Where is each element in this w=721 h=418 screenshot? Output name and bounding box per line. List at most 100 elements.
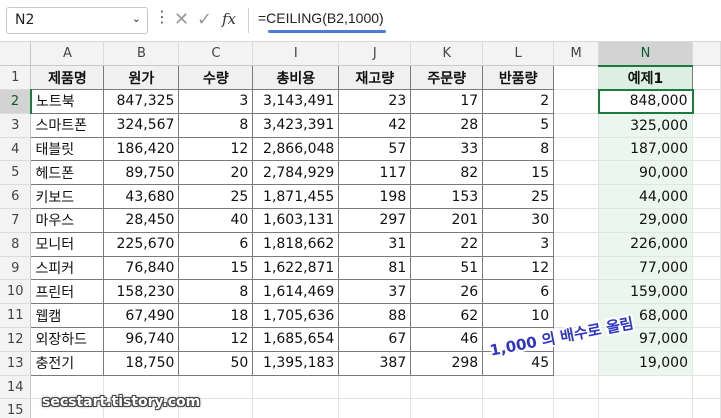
cell[interactable]: 50 xyxy=(178,350,254,376)
cell[interactable]: 6 xyxy=(482,279,555,305)
cell[interactable] xyxy=(692,256,721,281)
cell[interactable] xyxy=(598,398,693,418)
cell[interactable]: 297 xyxy=(338,208,412,233)
cell[interactable]: 25 xyxy=(178,184,254,210)
cell[interactable]: 57 xyxy=(338,136,412,162)
cell[interactable]: 12 xyxy=(482,255,555,281)
header-cell[interactable]: 원가 xyxy=(103,65,180,91)
cell[interactable]: 1,705,636 xyxy=(252,303,340,329)
column-header[interactable]: K xyxy=(410,42,484,67)
cell[interactable] xyxy=(692,279,721,305)
cell[interactable]: 17 xyxy=(410,89,484,114)
cell[interactable] xyxy=(482,398,555,418)
cell[interactable]: 스마트폰 xyxy=(30,112,105,138)
header-cell[interactable]: 총비용 xyxy=(252,65,340,91)
select-all-corner[interactable] xyxy=(0,42,32,67)
cell[interactable]: 5 xyxy=(482,112,555,138)
cell[interactable]: 1,871,455 xyxy=(252,184,340,210)
column-header[interactable]: L xyxy=(482,42,555,67)
cell[interactable]: 82 xyxy=(410,160,484,186)
header-cell[interactable]: 예제1 xyxy=(598,65,693,91)
cell[interactable]: 186,420 xyxy=(103,136,180,162)
cell[interactable]: 28,450 xyxy=(103,208,180,233)
cell[interactable] xyxy=(553,160,600,186)
cell[interactable]: 1,614,469 xyxy=(252,279,340,305)
row-header[interactable]: 15 xyxy=(0,398,32,418)
cell[interactable]: 12 xyxy=(178,136,254,162)
cell[interactable]: 46 xyxy=(410,327,484,352)
cell[interactable] xyxy=(692,208,721,233)
cell[interactable]: 8 xyxy=(178,279,254,305)
cell[interactable] xyxy=(252,398,340,418)
cell[interactable]: 26 xyxy=(410,279,484,305)
cell[interactable]: 18 xyxy=(178,303,254,329)
row-header[interactable]: 10 xyxy=(0,279,32,305)
column-header[interactable]: I xyxy=(252,42,340,67)
cell[interactable]: 42 xyxy=(338,112,412,138)
cell[interactable]: 15 xyxy=(178,255,254,281)
header-cell[interactable]: 주문량 xyxy=(410,65,484,91)
column-header[interactable]: J xyxy=(338,42,412,67)
cell[interactable]: 10 xyxy=(482,303,555,329)
row-header[interactable]: 14 xyxy=(0,375,32,400)
cell[interactable]: 23 xyxy=(338,89,412,114)
cell[interactable] xyxy=(553,184,600,210)
cell[interactable] xyxy=(553,232,600,257)
row-header[interactable]: 9 xyxy=(0,256,32,281)
column-header-selected[interactable]: N xyxy=(598,42,693,67)
row-header-selected[interactable]: 2 xyxy=(0,89,32,114)
cell[interactable]: 30 xyxy=(482,208,555,233)
cell[interactable] xyxy=(252,375,340,400)
cell[interactable]: 43,680 xyxy=(103,184,180,210)
cell[interactable]: 3,423,391 xyxy=(252,112,340,138)
cell[interactable]: 12 xyxy=(178,327,254,352)
cell[interactable]: 2 xyxy=(482,89,555,114)
cell[interactable]: 15 xyxy=(482,160,555,186)
cancel-icon[interactable]: ✕ xyxy=(174,9,189,30)
row-header[interactable]: 12 xyxy=(0,327,32,352)
header-cell[interactable]: 재고량 xyxy=(338,65,412,91)
cell[interactable] xyxy=(692,327,721,352)
cell[interactable]: 387 xyxy=(338,350,412,376)
cell[interactable] xyxy=(553,113,600,138)
cell[interactable]: 298 xyxy=(410,350,484,376)
row-header[interactable]: 11 xyxy=(0,303,32,329)
cell[interactable]: 33 xyxy=(410,136,484,162)
cell[interactable]: 1,685,654 xyxy=(252,327,340,352)
cell[interactable]: 198 xyxy=(338,184,412,210)
cell[interactable] xyxy=(692,303,721,329)
cell[interactable]: 117 xyxy=(338,160,412,186)
cell[interactable]: 40 xyxy=(178,208,254,233)
cell[interactable] xyxy=(692,160,721,186)
cell[interactable] xyxy=(692,398,721,418)
cell[interactable]: 웹캠 xyxy=(30,303,105,329)
cell[interactable]: 2,784,929 xyxy=(252,160,340,186)
header-cell[interactable] xyxy=(553,65,600,91)
cell[interactable]: 226,000 xyxy=(598,232,693,257)
cell[interactable] xyxy=(553,208,600,233)
insert-function-icon[interactable]: fx xyxy=(222,10,236,28)
cell[interactable]: 충전기 xyxy=(30,350,105,376)
cell[interactable]: 847,325 xyxy=(103,89,180,114)
cell[interactable]: 1,622,871 xyxy=(252,255,340,281)
active-cell[interactable]: 848,000 xyxy=(597,88,694,115)
header-cell[interactable]: 제품명 xyxy=(30,65,105,91)
cell[interactable]: 89,750 xyxy=(103,160,180,186)
cell[interactable] xyxy=(692,184,721,210)
cell[interactable]: 153 xyxy=(410,184,484,210)
cell[interactable]: 76,840 xyxy=(103,255,180,281)
cell[interactable] xyxy=(692,375,721,400)
cell[interactable]: 노트북 xyxy=(30,89,105,114)
row-header[interactable]: 4 xyxy=(0,137,32,162)
cell[interactable]: 3 xyxy=(178,89,254,114)
row-header[interactable]: 6 xyxy=(0,184,32,210)
cell[interactable]: 51 xyxy=(410,255,484,281)
cell[interactable]: 25 xyxy=(482,184,555,210)
column-header[interactable]: M xyxy=(553,42,600,67)
cell[interactable]: 67,490 xyxy=(103,303,180,329)
cell[interactable]: 19,000 xyxy=(598,351,693,376)
row-header[interactable]: 13 xyxy=(0,351,32,376)
cell[interactable] xyxy=(553,256,600,281)
cell[interactable]: 1,603,131 xyxy=(252,208,340,233)
formula-input[interactable]: =CEILING(B2,1000) xyxy=(258,10,384,26)
